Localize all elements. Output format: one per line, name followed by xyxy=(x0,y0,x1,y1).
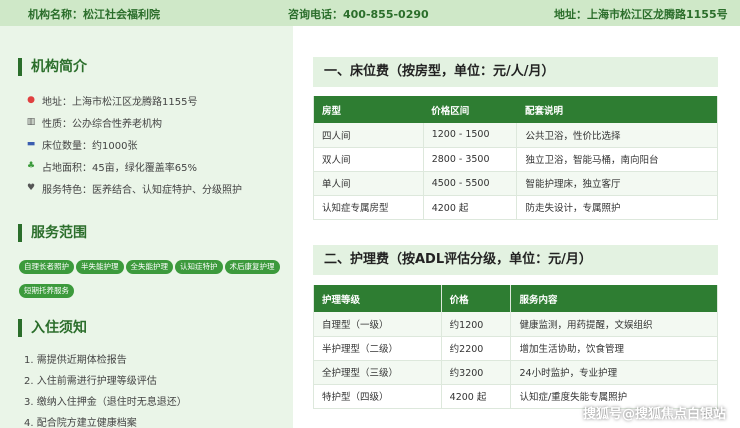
care-fee-table: 护理等级 价格 服务内容 自理型（一级） 约1200 健康监测，用药提醒，文娱组… xyxy=(313,285,718,409)
info-text: 性质：公办综合性养老机构 xyxy=(42,118,162,130)
table-cell: 4200 起 xyxy=(422,195,517,220)
table-cell: 独立卫浴，智能马桶，南向阳台 xyxy=(516,147,718,172)
table-cell: 约3200 xyxy=(440,360,511,385)
table-cell: 健康监测，用药提醒，文娱组织 xyxy=(510,312,718,337)
table-cell: 防走失设计，专属照护 xyxy=(516,195,718,220)
table-cell: 4500 - 5500 xyxy=(422,171,517,196)
table-cell: 智能护理床，独立客厅 xyxy=(516,171,718,196)
table-cell: 自理型（一级） xyxy=(313,312,442,337)
notice-item: 4. 配合院方建立健康档案 xyxy=(24,418,137,428)
top-info-bar: 机构名称：松江社会福利院 咨询电话：400-855-0290 地址：上海市松江区… xyxy=(0,0,740,26)
table-row: 四人间 1200 - 1500 公共卫浴，性价比选择 xyxy=(313,123,718,148)
care-icon: ♥ xyxy=(26,183,36,193)
info-item-nature: ▥ 性质：公办综合性养老机构 xyxy=(24,111,242,133)
table-header-row: 房型 价格区间 配套说明 xyxy=(313,96,718,123)
service-tag[interactable]: 认知症特护 xyxy=(175,260,223,274)
info-text: 床位数量：约1000张 xyxy=(42,140,138,152)
table-row: 单人间 4500 - 5500 智能护理床，独立客厅 xyxy=(313,171,718,196)
scope-title: 服务范围 xyxy=(18,224,87,242)
service-tag[interactable]: 术后康复护理 xyxy=(224,260,280,274)
table-cell: 特护型（四级） xyxy=(313,384,442,409)
table-cell: 四人间 xyxy=(313,123,424,148)
table-cell: 增加生活协助，饮食管理 xyxy=(510,336,718,361)
building-icon: ▥ xyxy=(26,117,36,127)
notice-title: 入住须知 xyxy=(18,319,87,337)
consult-phone[interactable]: 咨询电话：400-855-0290 xyxy=(288,6,429,22)
table-row: 全护理型（三级） 约3200 24小时监护，专业护理 xyxy=(313,360,718,385)
info-item-features: ♥ 服务特色：医养结合、认知症特护、分级照护 xyxy=(24,177,242,199)
table-cell: 公共卫浴，性价比选择 xyxy=(516,123,718,148)
bed-icon: ▬ xyxy=(26,139,36,149)
column-header: 价格区间 xyxy=(423,96,517,123)
info-item-address: ● 地址：上海市松江区龙腾路1155号 xyxy=(24,89,242,111)
plant-icon: ♣ xyxy=(26,161,36,171)
bed-fee-title: 一、床位费（按房型，单位：元/人/月） xyxy=(313,57,718,87)
column-header: 价格 xyxy=(440,285,511,312)
notice-item: 1. 需提供近期体检报告 xyxy=(24,355,127,366)
table-cell: 约2200 xyxy=(440,336,511,361)
table-row: 双人间 2800 - 3500 独立卫浴，智能马桶，南向阳台 xyxy=(313,147,718,172)
table-cell: 全护理型（三级） xyxy=(313,360,442,385)
bed-fee-table: 房型 价格区间 配套说明 四人间 1200 - 1500 公共卫浴，性价比选择 … xyxy=(313,96,718,220)
info-item-area: ♣ 占地面积：45亩，绿化覆盖率65% xyxy=(24,155,242,177)
table-row: 自理型（一级） 约1200 健康监测，用药提醒，文娱组织 xyxy=(313,312,718,337)
care-fee-title: 二、护理费（按ADL评估分级，单位：元/月） xyxy=(313,245,718,275)
notice-item: 3. 缴纳入住押金（退住时无息退还） xyxy=(24,397,187,408)
intro-info-list: ● 地址：上海市松江区龙腾路1155号 ▥ 性质：公办综合性养老机构 ▬ 床位数… xyxy=(24,89,242,199)
table-cell: 4200 起 xyxy=(440,384,511,409)
table-cell: 认知症专属房型 xyxy=(313,195,424,220)
table-header-row: 护理等级 价格 服务内容 xyxy=(313,285,718,312)
info-item-beds: ▬ 床位数量：约1000张 xyxy=(24,133,242,155)
info-text: 服务特色：医养结合、认知症特护、分级照护 xyxy=(42,184,242,196)
column-header: 护理等级 xyxy=(313,285,442,312)
notice-item: 2. 入住前需进行护理等级评估 xyxy=(24,376,157,387)
table-cell: 半护理型（二级） xyxy=(313,336,442,361)
institution-address: 地址：上海市松江区龙腾路1155号 xyxy=(554,8,728,21)
column-header: 配套说明 xyxy=(516,96,718,123)
table-cell: 双人间 xyxy=(313,147,424,172)
table-cell: 1200 - 1500 xyxy=(422,123,517,148)
table-row: 半护理型（二级） 约2200 增加生活协助，饮食管理 xyxy=(313,336,718,361)
service-tags: 自理长者照护 半失能护理 全失能护理 认知症特护 术后康复护理短期托养服务 xyxy=(19,254,284,302)
intro-title: 机构简介 xyxy=(18,58,87,76)
table-cell: 约1200 xyxy=(440,312,511,337)
service-tag[interactable]: 自理长者照护 xyxy=(19,260,74,274)
table-cell: 2800 - 3500 xyxy=(422,147,517,172)
table-cell: 24小时监护，专业护理 xyxy=(510,360,718,385)
service-tag[interactable]: 短期托养服务 xyxy=(19,284,74,298)
watermark: 搜狐号@搜狐焦点白银站 xyxy=(582,407,726,422)
table-row: 认知症专属房型 4200 起 防走失设计，专属照护 xyxy=(313,195,718,220)
column-header: 房型 xyxy=(313,96,424,123)
info-text: 占地面积：45亩，绿化覆盖率65% xyxy=(42,162,197,174)
institution-name: 机构名称：松江社会福利院 xyxy=(28,8,160,21)
column-header: 服务内容 xyxy=(510,285,718,312)
service-tag[interactable]: 半失能护理 xyxy=(76,260,124,274)
service-tag[interactable]: 全失能护理 xyxy=(125,260,173,274)
info-text: 地址：上海市松江区龙腾路1155号 xyxy=(42,96,198,108)
table-cell: 单人间 xyxy=(313,171,424,196)
pin-icon: ● xyxy=(27,95,35,105)
notice-list: 1. 需提供近期体检报告 2. 入住前需进行护理等级评估 3. 缴纳入住押金（退… xyxy=(24,350,187,428)
